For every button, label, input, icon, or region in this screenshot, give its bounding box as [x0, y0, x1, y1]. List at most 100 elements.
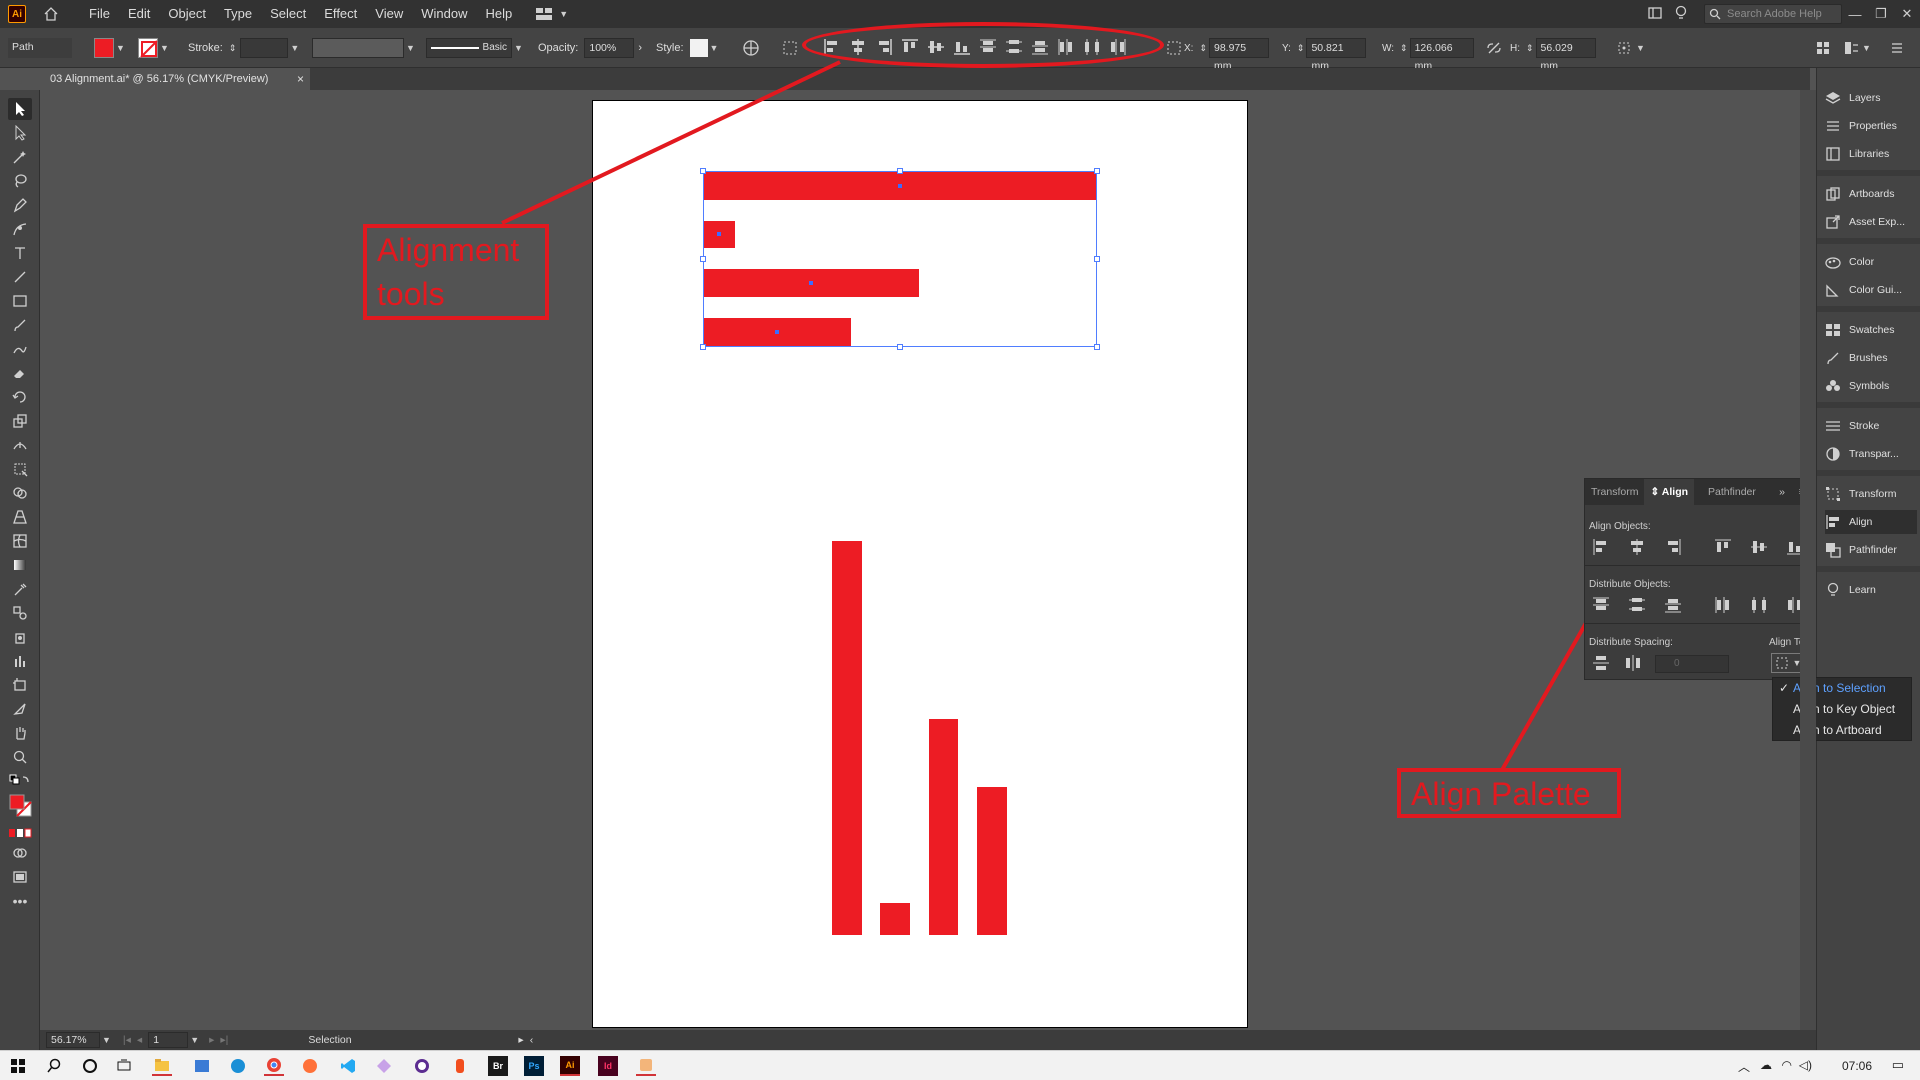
figma-icon[interactable]: [450, 1056, 470, 1076]
windows-start-icon[interactable]: [8, 1056, 28, 1076]
properties-icon: [1827, 121, 1839, 131]
artboards-icon: [1826, 187, 1840, 201]
menu-align-to-key-object[interactable]: Align to Key Object: [1773, 699, 1911, 720]
indesign-icon[interactable]: Id: [598, 1056, 618, 1076]
task-view-icon[interactable]: [114, 1056, 134, 1076]
panel-distribute-left-icon[interactable]: [1713, 595, 1733, 615]
panel-align-top-icon[interactable]: [1713, 537, 1733, 557]
dock-properties[interactable]: Properties: [1825, 114, 1917, 138]
file-explorer-icon[interactable]: [152, 1056, 172, 1076]
learn-icon: [1827, 582, 1839, 596]
asset-export-icon: [1826, 215, 1840, 229]
transform-icon: [1826, 487, 1840, 501]
notifications-icon[interactable]: ▭: [1892, 1057, 1904, 1073]
alignment-tools-callout: Alignment tools: [363, 224, 549, 320]
vertical-scrollbar[interactable]: [1800, 90, 1816, 1030]
distribute-objects-label: Distribute Objects:: [1589, 579, 1671, 590]
dock-align[interactable]: Align: [1825, 510, 1917, 534]
panel-distribute-hcenter-icon[interactable]: [1749, 595, 1769, 615]
panel-align-vcenter-icon[interactable]: [1749, 537, 1769, 557]
spacing-value-field[interactable]: 0: [1655, 655, 1729, 673]
align-palette-callout-text: Align Palette: [1411, 776, 1591, 812]
stroke-icon: [1826, 421, 1840, 431]
chrome-icon[interactable]: [264, 1056, 284, 1076]
wifi-icon[interactable]: ◠: [1782, 1058, 1792, 1072]
app-icon[interactable]: [636, 1056, 656, 1076]
transparency-icon: [1826, 447, 1840, 461]
brushes-icon: [1827, 352, 1839, 365]
panel-align-right-icon[interactable]: [1663, 537, 1683, 557]
tab-transform[interactable]: Transform: [1585, 486, 1644, 498]
scroll-left-arrow[interactable]: ‹: [530, 1034, 534, 1046]
tray-expand-icon[interactable]: ︿: [1738, 1058, 1750, 1075]
dock-layers[interactable]: Layers: [1825, 86, 1917, 110]
color-guide-icon: [1826, 284, 1839, 297]
bridge-icon[interactable]: Br: [488, 1056, 508, 1076]
edge-icon[interactable]: [228, 1056, 248, 1076]
dock-transparency[interactable]: Transpar...: [1825, 442, 1917, 466]
panel-distribute-bottom-icon[interactable]: [1663, 595, 1683, 615]
last-artboard-button[interactable]: ▸|: [220, 1034, 228, 1046]
previous-artboard-button[interactable]: ◂: [137, 1034, 142, 1046]
taskbar-search-icon[interactable]: [44, 1056, 64, 1076]
zoom-field[interactable]: 56.17%: [46, 1032, 100, 1048]
dock-swatches[interactable]: Swatches: [1825, 318, 1917, 342]
align-panel: Transform ⇕ Align Pathfinder » ≡ Align O…: [1584, 478, 1813, 680]
status-mode-text: Selection: [308, 1034, 352, 1046]
menu-align-to-selection[interactable]: Align to Selection: [1773, 678, 1911, 699]
pathfinder-icon: [1826, 543, 1841, 558]
tab-align[interactable]: ⇕ Align: [1644, 479, 1695, 505]
layers-icon: [1825, 92, 1841, 104]
vscode-icon[interactable]: [338, 1056, 358, 1076]
align-icon: [1826, 515, 1839, 529]
status-menu-arrow[interactable]: ▸: [518, 1034, 523, 1046]
dock-color[interactable]: Color: [1825, 250, 1917, 274]
firefox-icon[interactable]: [300, 1056, 320, 1076]
first-artboard-button[interactable]: |◂: [123, 1034, 131, 1046]
dock-artboards[interactable]: Artboards: [1825, 182, 1917, 206]
taskbar-clock[interactable]: 07:06: [1842, 1059, 1872, 1073]
dock-libraries[interactable]: Libraries: [1825, 142, 1917, 166]
dock-color-guide[interactable]: Color Gui...: [1825, 278, 1917, 302]
app-icon[interactable]: [374, 1056, 394, 1076]
panel-distribute-vcenter-icon[interactable]: [1627, 595, 1647, 615]
app-icon[interactable]: [192, 1056, 212, 1076]
zoom-dropdown[interactable]: ▼: [102, 1035, 111, 1045]
panel-align-hcenter-icon[interactable]: [1627, 537, 1647, 557]
align-to-selection-icon: [1776, 657, 1788, 669]
swatches-icon: [1826, 324, 1840, 336]
artboard-number-field[interactable]: 1: [148, 1032, 189, 1048]
illustrator-icon[interactable]: Ai: [560, 1056, 580, 1076]
dock-brushes[interactable]: Brushes: [1825, 346, 1917, 370]
dock-learn[interactable]: Learn: [1825, 578, 1917, 602]
panel-distribute-top-icon[interactable]: [1591, 595, 1611, 615]
panel-collapse-icon[interactable]: »: [1779, 486, 1785, 498]
horizontal-distribute-space-icon[interactable]: [1623, 653, 1643, 673]
color-icon: [1825, 257, 1841, 269]
app-icon[interactable]: [412, 1056, 432, 1076]
volume-icon[interactable]: ◁): [1799, 1058, 1812, 1072]
dock-transform[interactable]: Transform: [1825, 482, 1917, 506]
status-bar: 56.17% ▼ |◂ ◂ 1 ▼ ▸ ▸| Selection ▸ ‹: [40, 1030, 1816, 1050]
align-objects-label: Align Objects:: [1589, 521, 1651, 532]
photoshop-icon[interactable]: Ps: [524, 1056, 544, 1076]
cortana-icon[interactable]: [80, 1056, 100, 1076]
symbols-icon: [1826, 380, 1840, 391]
dock-stroke[interactable]: Stroke: [1825, 414, 1917, 438]
panel-align-left-icon[interactable]: [1591, 537, 1611, 557]
dock-asset-export[interactable]: Asset Exp...: [1825, 210, 1917, 234]
align-panel-tabs: Transform ⇕ Align Pathfinder » ≡: [1585, 479, 1811, 505]
align-palette-callout: Align Palette: [1397, 768, 1621, 818]
artboard-dropdown[interactable]: ▼: [190, 1035, 199, 1045]
dock-pathfinder[interactable]: Pathfinder: [1825, 538, 1917, 562]
panel-dock: Layers Properties Libraries Artboards As…: [1816, 68, 1920, 1050]
next-artboard-button[interactable]: ▸: [209, 1034, 214, 1046]
tab-pathfinder[interactable]: Pathfinder: [1702, 486, 1762, 498]
align-to-menu: Align to Selection Align to Key Object A…: [1772, 677, 1912, 741]
onedrive-icon[interactable]: ☁: [1760, 1058, 1772, 1072]
alignment-tools-callout-text: Alignment tools: [377, 232, 520, 312]
libraries-icon: [1826, 147, 1840, 161]
menu-align-to-artboard[interactable]: Align to Artboard: [1773, 720, 1911, 741]
vertical-distribute-space-icon[interactable]: [1591, 653, 1611, 673]
dock-symbols[interactable]: Symbols: [1825, 374, 1917, 398]
